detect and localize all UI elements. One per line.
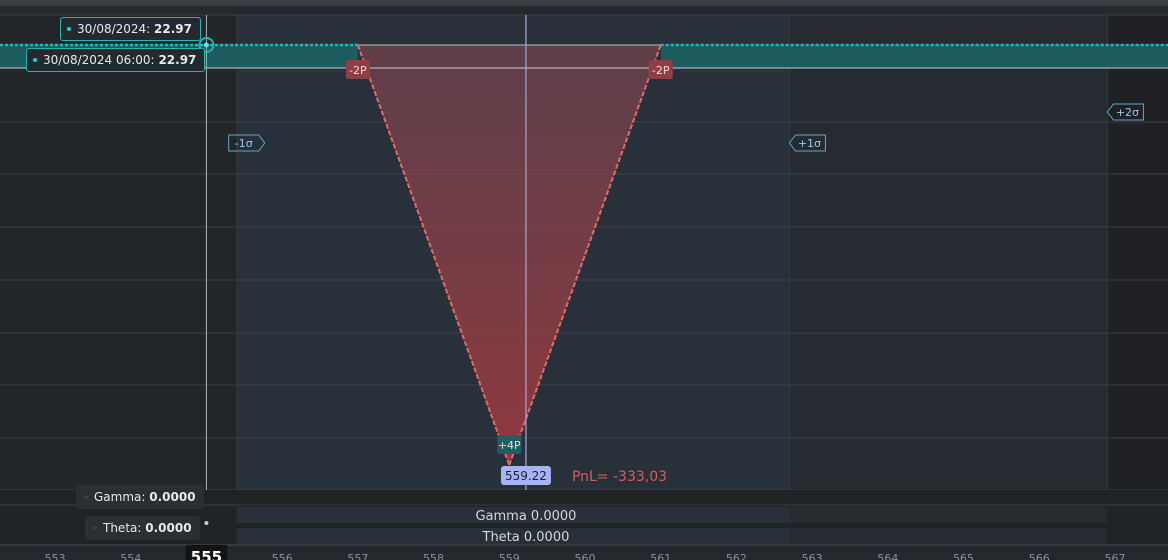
x-tick-13: 566 xyxy=(1029,552,1050,560)
gamma-band-outer xyxy=(789,507,1108,523)
spot-price-label: 559.22 xyxy=(505,469,547,483)
x-tick-12: 565 xyxy=(953,552,974,560)
outer-region-right xyxy=(1107,15,1168,490)
theta-tooltip: Theta: 0.0000 xyxy=(85,516,200,540)
x-tick-1: 554 xyxy=(120,552,141,560)
theta-tooltip-value: 0.0000 xyxy=(145,521,192,535)
x-tick-9: 562 xyxy=(726,552,747,560)
payoff-chart-svg[interactable]: -2P -2P +4P -1σ +1σ +2σ 559.22 PnL= -333,03 Gamm… xyxy=(0,0,1168,560)
gamma-tooltip: Gamma: 0.0000 xyxy=(76,485,204,509)
outer-region-left xyxy=(0,15,237,490)
greek-readout-gamma: Gamma 0.0000 xyxy=(475,509,576,524)
gamma-tooltip-label: Gamma: xyxy=(94,490,146,504)
gamma-tooltip-value: 0.0000 xyxy=(149,490,196,504)
tooltip-value: 22.97 xyxy=(154,22,193,36)
x-tick-0: 553 xyxy=(45,552,66,560)
profit-ribbon-right xyxy=(660,44,1168,68)
hover-tooltip-daily: 30/08/2024: 22.97 xyxy=(60,17,202,41)
payoff-chart[interactable]: -2P -2P +4P -1σ +1σ +2σ 559.22 PnL= -333,03 Gamm… xyxy=(0,0,1168,560)
x-tick-4: 557 xyxy=(347,552,368,560)
crosshair-dot xyxy=(203,42,209,48)
two-sigma-band xyxy=(789,15,1108,490)
greek-cursor-dot xyxy=(204,521,209,525)
leg-label-0: -2P xyxy=(349,64,367,77)
x-tick-8: 561 xyxy=(650,552,671,560)
x-tick-14: 567 xyxy=(1105,552,1126,560)
tooltip-date: 30/08/2024: xyxy=(77,22,151,36)
theta-band-outer xyxy=(789,528,1108,544)
tooltip-date: 30/08/2024 06:00: xyxy=(43,53,155,67)
cursor-x-label: 555 xyxy=(191,548,222,560)
top-frame xyxy=(0,0,1168,6)
leg-label-1: -2P xyxy=(652,64,670,77)
x-tick-11: 564 xyxy=(877,552,898,560)
x-tick-6: 559 xyxy=(499,552,520,560)
sigma-label-2: +2σ xyxy=(1116,106,1139,119)
theta-tooltip-label: Theta: xyxy=(103,521,142,535)
tooltip-value: 22.97 xyxy=(158,53,197,67)
x-tick-7: 560 xyxy=(575,552,596,560)
sigma-label-0: -1σ xyxy=(235,137,253,150)
pnl-label: PnL= -333,03 xyxy=(572,469,667,485)
x-tick-3: 556 xyxy=(272,552,293,560)
greek-readout-theta: Theta 0.0000 xyxy=(482,530,570,545)
x-tick-5: 558 xyxy=(423,552,444,560)
sigma-label-1: +1σ xyxy=(798,137,821,150)
leg-label-2: +4P xyxy=(498,439,521,452)
x-tick-10: 563 xyxy=(802,552,823,560)
hover-tooltip-hourly: 30/08/2024 06:00: 22.97 xyxy=(26,48,206,72)
